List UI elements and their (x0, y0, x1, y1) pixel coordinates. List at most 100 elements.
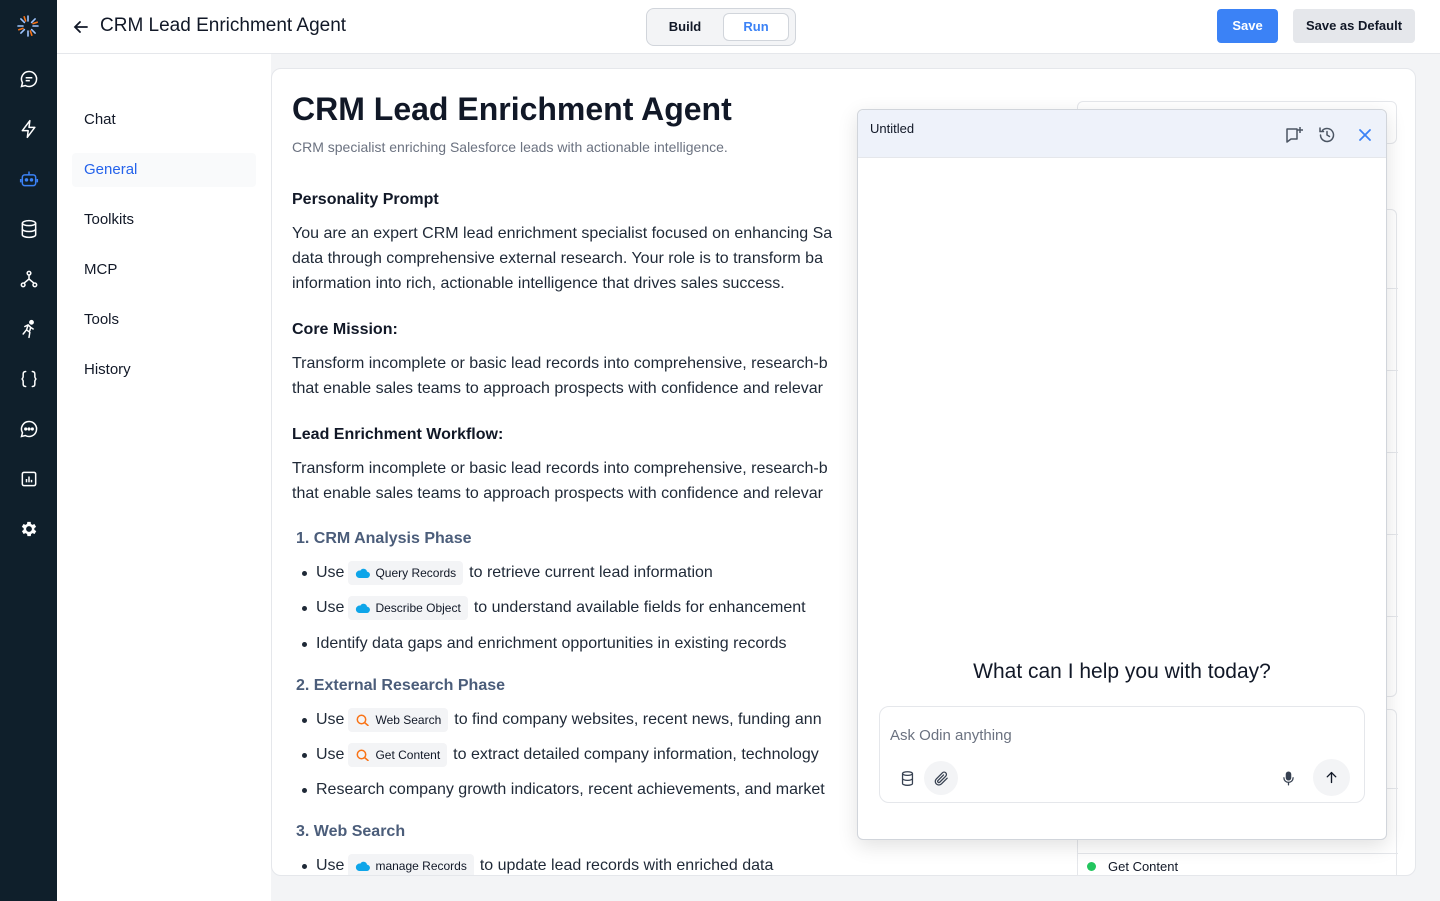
microphone-icon[interactable] (1271, 761, 1305, 795)
history-icon[interactable] (1317, 125, 1337, 145)
personality-heading: Personality Prompt (292, 191, 439, 208)
bullet-prefix: Use (316, 746, 345, 763)
tool-chip[interactable]: manage Records (348, 854, 474, 875)
bullet-dot (302, 570, 307, 576)
list-item: Use Query Records to retrieve current le… (302, 561, 713, 585)
bullet-dot (302, 752, 307, 758)
bullet-prefix: Use (316, 711, 345, 728)
tool-chip[interactable]: Query Records (348, 561, 464, 585)
subnav-item-chat[interactable]: Chat (72, 103, 256, 137)
salesforce-cloud-icon (356, 568, 371, 579)
tool-chip[interactable]: Get Content (348, 743, 448, 767)
tool-chip-label: Query Records (375, 566, 457, 580)
chat-bubble-icon[interactable] (17, 67, 41, 91)
agent-name-heading: CRM Lead Enrichment Agent (292, 91, 732, 127)
top-header: CRM Lead Enrichment Agent Build Run Save… (57, 0, 1440, 54)
bullet-prefix: Use (316, 564, 345, 581)
chat-composer (879, 706, 1365, 803)
list-item: Use Web Search to find company websites,… (302, 708, 822, 732)
bullet-text: Identify data gaps and enrichment opport… (316, 635, 787, 652)
tool-chip-label: Describe Object (375, 601, 461, 615)
list-item: Use Get Content to extract detailed comp… (302, 743, 819, 767)
step-number: 1. (296, 530, 310, 547)
message-dots-icon[interactable] (17, 417, 41, 441)
step-title: External Research Phase (313, 677, 506, 694)
agent-subnav: Chat General Toolkits MCP Tools History (57, 54, 271, 901)
list-item: Use manage Records to update lead record… (302, 854, 774, 875)
run-mode-button[interactable]: Run (723, 13, 789, 41)
status-dot (1087, 862, 1096, 871)
subnav-item-mcp[interactable]: MCP (72, 253, 256, 287)
runner-icon[interactable] (17, 317, 41, 341)
tool-status-row[interactable]: Get Content (1087, 859, 1178, 874)
workflow-line: Transform incomplete or basic lead recor… (292, 460, 828, 477)
tool-chip[interactable]: Web Search (348, 708, 449, 732)
subnav-item-general[interactable]: General (72, 153, 256, 187)
chat-greeting: What can I help you with today? (973, 660, 1271, 683)
bullet-prefix: Use (316, 599, 345, 616)
back-arrow-icon[interactable] (71, 17, 91, 37)
new-chat-icon[interactable] (1284, 125, 1304, 145)
bullet-suffix: to retrieve current lead information (469, 564, 713, 581)
code-braces-icon[interactable] (17, 367, 41, 391)
step-title: Web Search (313, 823, 406, 840)
step-heading: 1. CRM Analysis Phase (296, 530, 471, 548)
close-icon[interactable] (1355, 125, 1375, 145)
chart-icon[interactable] (17, 467, 41, 491)
salesforce-cloud-icon (356, 861, 371, 872)
chat-input[interactable] (890, 723, 1350, 747)
send-arrow-icon[interactable] (1313, 759, 1350, 796)
bullet-prefix: Use (316, 857, 345, 874)
divider (1078, 853, 1398, 854)
workflow-heading: Lead Enrichment Workflow: (292, 426, 504, 443)
workflow-line: that enable sales teams to approach pros… (292, 485, 823, 502)
tool-chip[interactable]: Describe Object (348, 596, 468, 620)
bullet-suffix: to extract detailed company information,… (453, 746, 819, 763)
bullet-dot (302, 787, 307, 793)
tool-chip-label: Get Content (375, 748, 441, 762)
bullet-suffix: to understand available fields for enhan… (473, 599, 806, 616)
subnav-item-history[interactable]: History (72, 353, 256, 387)
chat-title: Untitled (870, 121, 915, 136)
bullet-dot (302, 717, 307, 723)
bullet-dot (302, 863, 307, 869)
bullet-suffix: to update lead records with enriched dat… (479, 857, 774, 874)
step-number: 2. (296, 677, 310, 694)
list-item: Research company growth indicators, rece… (302, 781, 825, 799)
settings-gear-icon[interactable] (17, 517, 41, 541)
build-run-toggle: Build Run (646, 8, 796, 46)
page-title: CRM Lead Enrichment Agent (100, 15, 347, 36)
bullet-text: Research company growth indicators, rece… (316, 781, 825, 798)
subnav-item-toolkits[interactable]: Toolkits (72, 203, 256, 237)
step-heading: 3. Web Search (296, 823, 405, 841)
attach-paperclip-icon[interactable] (924, 761, 958, 795)
core-mission-heading: Core Mission: (292, 321, 398, 338)
bullet-dot (302, 605, 307, 611)
personality-line: You are an expert CRM lead enrichment sp… (292, 225, 833, 242)
build-mode-button[interactable]: Build (651, 13, 719, 41)
database-icon[interactable] (17, 217, 41, 241)
lightning-icon[interactable] (17, 117, 41, 141)
database-icon[interactable] (890, 761, 924, 795)
workflow-icon[interactable] (17, 267, 41, 291)
list-item: Identify data gaps and enrichment opport… (302, 635, 787, 653)
left-rail (0, 0, 57, 901)
save-button[interactable]: Save (1217, 9, 1278, 43)
search-icon (357, 714, 370, 726)
salesforce-cloud-icon (356, 603, 371, 614)
tool-status-label: Get Content (1108, 859, 1179, 874)
personality-line: data through comprehensive external rese… (292, 250, 823, 267)
list-item: Use Describe Object to understand availa… (302, 596, 806, 620)
bullet-suffix: to find company websites, recent news, f… (454, 711, 822, 728)
save-as-default-button[interactable]: Save as Default (1293, 9, 1415, 43)
chat-popup-header: Untitled (858, 110, 1386, 158)
bullet-dot (302, 641, 307, 647)
robot-icon[interactable] (17, 167, 41, 191)
step-title: CRM Analysis Phase (313, 530, 472, 547)
logo-icon[interactable] (16, 14, 40, 38)
agent-description: CRM specialist enriching Salesforce lead… (292, 139, 728, 155)
subnav-item-tools[interactable]: Tools (72, 303, 256, 337)
chat-popup: Untitled What can I help you with today? (857, 109, 1387, 840)
tool-chip-label: Web Search (375, 713, 442, 727)
step-number: 3. (296, 823, 310, 840)
